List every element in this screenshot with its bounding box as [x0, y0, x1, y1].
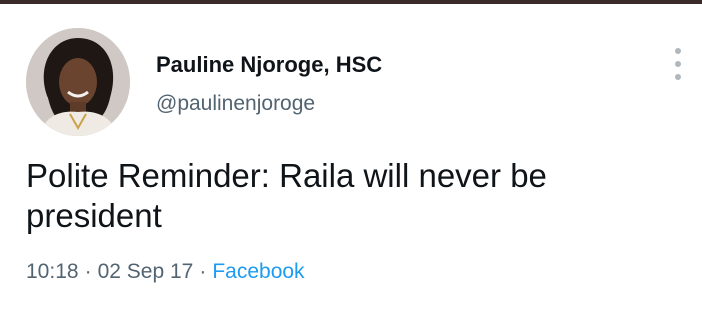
- meta-separator: ·: [199, 260, 207, 283]
- avatar-photo: [26, 28, 130, 136]
- tweet-text: Polite Reminder: Raila will never be pre…: [26, 157, 547, 234]
- tweet-date[interactable]: 02 Sep 17: [98, 260, 194, 283]
- author-handle[interactable]: @paulinenjoroge: [156, 92, 315, 116]
- avatar[interactable]: [26, 28, 130, 136]
- tweet-time[interactable]: 10:18: [26, 260, 79, 283]
- more-options-button[interactable]: [668, 44, 690, 84]
- tweet-metadata: 10:18 · 02 Sep 17 · Facebook: [26, 260, 305, 284]
- more-vertical-icon-dot: [675, 61, 681, 67]
- more-vertical-icon: [675, 48, 681, 54]
- tweet-card: Pauline Njoroge, HSC @paulinenjoroge Pol…: [0, 4, 702, 312]
- tweet-source-link[interactable]: Facebook: [212, 260, 304, 283]
- author-display-name[interactable]: Pauline Njoroge, HSC: [156, 52, 382, 78]
- more-vertical-icon-dot: [675, 74, 681, 80]
- meta-separator: ·: [84, 260, 92, 283]
